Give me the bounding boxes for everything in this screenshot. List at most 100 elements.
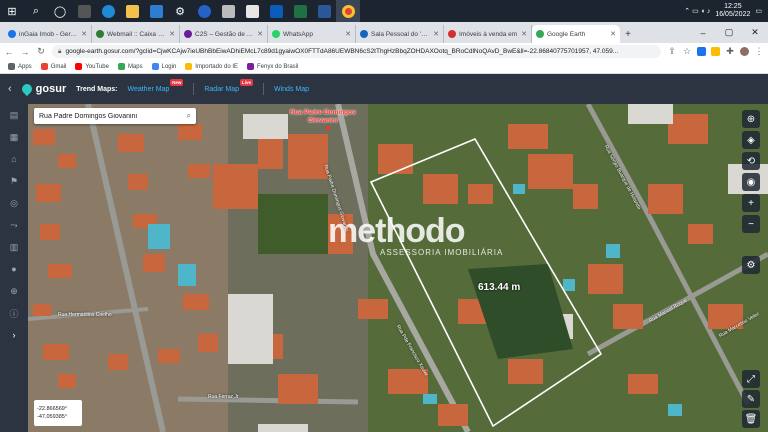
lock-icon[interactable]: 🔒︎ — [58, 48, 61, 56]
expand-icon[interactable]: › — [7, 328, 21, 342]
watermark-subtitle: ASSESSORIA IMOBILIÁRIA — [380, 248, 504, 257]
bookmark-gmail[interactable]: Gmail — [40, 63, 66, 70]
browser-tab[interactable]: Webmail :: Caixa de e ✕ — [92, 25, 180, 43]
close-icon[interactable]: ✕ — [521, 30, 527, 38]
reload-icon[interactable]: ↻ — [36, 46, 46, 57]
search-icon[interactable]: ⌕ — [24, 0, 48, 22]
edge-icon[interactable] — [96, 0, 120, 22]
info-icon[interactable]: ⓘ — [7, 306, 21, 320]
app-icon[interactable] — [264, 0, 288, 22]
close-icon[interactable]: ✕ — [81, 30, 87, 38]
chevron-left-icon[interactable]: ‹ — [8, 83, 12, 95]
app-icon[interactable] — [216, 0, 240, 22]
bookmark-maps[interactable]: Maps — [117, 63, 143, 70]
radar-map-link[interactable]: Radar Map Live — [204, 78, 253, 93]
route-icon[interactable]: ⤳ — [7, 218, 21, 232]
globe-icon[interactable]: ⊕ — [7, 284, 21, 298]
back-icon[interactable]: ← — [4, 47, 14, 57]
bookmark-label: Apps — [18, 63, 32, 70]
app-icon[interactable] — [240, 0, 264, 22]
browser-tab[interactable]: WhatsApp ✕ — [268, 25, 356, 43]
settings-icon[interactable]: ⚙ — [168, 0, 192, 22]
locate-icon[interactable]: ⊕ — [742, 110, 760, 128]
forward-icon[interactable]: → — [20, 47, 30, 57]
task-view-icon[interactable]: ◯ — [48, 0, 72, 22]
bookmark-youtube[interactable]: YouTube — [75, 63, 109, 70]
location-pin-icon[interactable] — [326, 126, 330, 130]
profile-avatar[interactable] — [740, 47, 749, 56]
tab-favicon — [272, 30, 280, 38]
globe-icon[interactable]: ◉ — [742, 173, 760, 191]
clock[interactable]: 12:25 16/05/2022 — [715, 3, 750, 19]
store-icon[interactable] — [144, 0, 168, 22]
bookmark-login[interactable]: Login — [151, 63, 176, 70]
map-controls: ⊕ ◈ ⟲ ◉ + − ⚙ — [740, 110, 762, 274]
search-input[interactable] — [39, 112, 187, 120]
star-icon[interactable]: ☆ — [682, 46, 692, 57]
winds-map-link[interactable]: Winds Map — [274, 86, 309, 93]
word-icon[interactable] — [312, 0, 336, 22]
tab-title: Imóveis à venda em — [459, 30, 518, 38]
search-icon[interactable]: ⌕ — [187, 111, 191, 121]
extension-icon[interactable] — [697, 47, 706, 56]
zoom-in-button[interactable]: + — [742, 194, 760, 212]
close-icon[interactable]: ✕ — [257, 30, 263, 38]
measure-icon[interactable]: ✎ — [742, 390, 760, 408]
bookmark-apps[interactable]: Apps — [8, 63, 32, 70]
apps-grid-icon — [8, 63, 15, 70]
tab-favicon — [448, 30, 456, 38]
tray-icons[interactable]: ⌃ ▭ ◖ ♪ — [684, 7, 710, 15]
excel-icon[interactable] — [288, 0, 312, 22]
minimize-icon[interactable]: – — [690, 22, 716, 43]
grid-icon[interactable]: ▦ — [7, 130, 21, 144]
close-window-icon[interactable]: ✕ — [742, 22, 768, 43]
close-icon[interactable]: ✕ — [610, 30, 616, 38]
layers-icon[interactable]: ◈ — [742, 131, 760, 149]
menu-icon[interactable]: ⋮ — [754, 46, 764, 57]
compass-icon[interactable]: ◎ — [7, 196, 21, 210]
browser-tab-active[interactable]: Google Earth ✕ — [532, 25, 620, 43]
browser-tab[interactable]: Sala Pessoal do 'GA' ✕ — [356, 25, 444, 43]
methodo-watermark: methodo ASSESSORIA IMOBILIÁRIA — [328, 214, 503, 257]
place-icon[interactable]: ⌂ — [7, 152, 21, 166]
extension-icon[interactable] — [711, 47, 720, 56]
clock-date: 16/05/2022 — [715, 11, 751, 18]
files-icon[interactable] — [72, 0, 96, 22]
browser-tab[interactable]: C2S – Gestão de Con ✕ — [180, 25, 268, 43]
file-explorer-icon[interactable] — [120, 0, 144, 22]
browser-tab[interactable]: Imóveis à venda em ✕ — [444, 25, 532, 43]
maximize-icon[interactable]: ▢ — [716, 22, 742, 43]
app-icon[interactable] — [192, 0, 216, 22]
tab-title: Webmail :: Caixa de e — [107, 30, 167, 38]
fullscreen-icon[interactable]: ⤢ — [742, 370, 760, 388]
address-bar[interactable]: 🔒︎ google-earth.gosur.com/?gclid=CjwKCAj… — [52, 45, 661, 58]
weather-map-link[interactable]: Weather Map New — [127, 78, 184, 93]
bookmark-folder[interactable]: Importado do IE — [185, 63, 238, 70]
bookmark-fenyx[interactable]: Fenyx do Brasil — [247, 63, 298, 70]
browser-tab[interactable]: inGaia Imob - Gerenc ✕ — [4, 25, 92, 43]
delete-icon[interactable]: 🗑︎ — [742, 410, 760, 428]
youtube-icon — [75, 63, 83, 70]
building-icon[interactable]: ▥ — [7, 240, 21, 254]
pin-icon[interactable]: ● — [7, 262, 21, 276]
tilt-icon[interactable]: ⟲ — [742, 152, 760, 170]
settings-icon[interactable]: ⚙ — [742, 256, 760, 274]
close-icon[interactable]: ✕ — [169, 30, 175, 38]
notification-icon[interactable]: ▭ — [755, 7, 762, 15]
layers-icon[interactable]: ▤ — [7, 108, 21, 122]
zoom-out-button[interactable]: − — [742, 215, 760, 233]
close-icon[interactable]: ✕ — [345, 30, 351, 38]
satellite-map[interactable]: ⌕ Rua Padre Domingos Giovanini methodo A… — [28, 104, 768, 432]
window-controls: – ▢ ✕ — [690, 22, 768, 43]
location-search[interactable]: ⌕ — [34, 108, 196, 124]
close-icon[interactable]: ✕ — [433, 30, 439, 38]
tab-strip: inGaia Imob - Gerenc ✕ Webmail :: Caixa … — [0, 22, 768, 43]
share-icon[interactable]: ⇪ — [667, 46, 677, 57]
chrome-icon[interactable] — [336, 0, 360, 22]
app-logo[interactable]: gosur — [19, 81, 66, 97]
tab-title: Google Earth — [547, 30, 586, 38]
puzzle-icon[interactable]: ✚ — [725, 46, 735, 57]
new-tab-button[interactable]: + — [620, 25, 636, 43]
flag-icon[interactable]: ⚑ — [7, 174, 21, 188]
windows-start-icon[interactable]: ⊞ — [0, 0, 24, 22]
